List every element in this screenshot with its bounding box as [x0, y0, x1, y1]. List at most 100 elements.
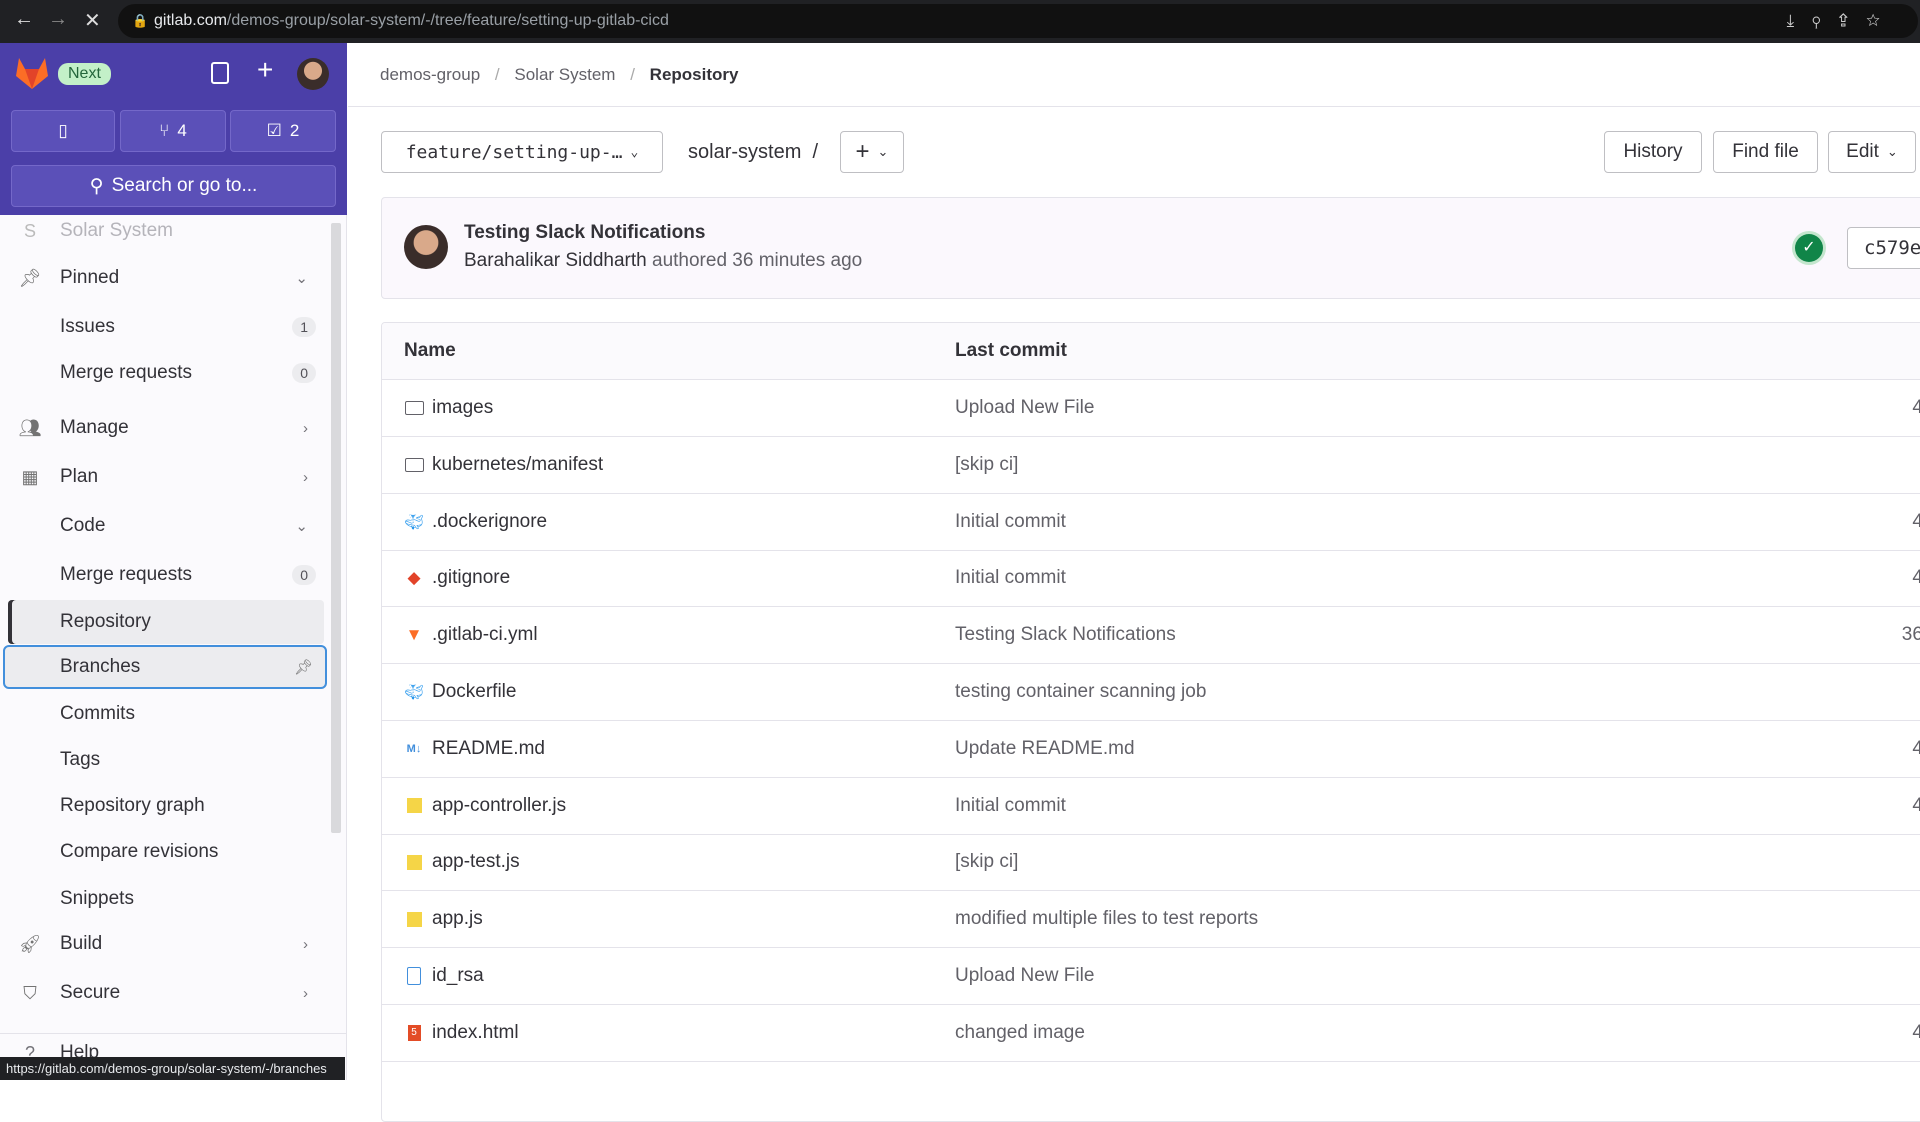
last-update: 4 m [1912, 738, 1920, 760]
next-badge[interactable]: Next [58, 63, 111, 85]
last-commit-link[interactable]: [skip ci] [955, 454, 1018, 476]
last-commit-link[interactable]: Initial commit [955, 511, 1066, 533]
sidebar-item-code[interactable]: Code ⌄ [0, 504, 330, 548]
chevron-icon: › [303, 984, 308, 1002]
gitlab-logo-icon[interactable] [14, 56, 50, 90]
table-row[interactable]: app.js modified multiple files to test re… [382, 891, 1920, 949]
file-name-link[interactable]: 🐳︎ .dockerignore [404, 511, 547, 533]
calendar-icon: ▦ [21, 466, 39, 487]
sidebar-item-tags[interactable]: Tags [0, 738, 330, 782]
status-bar-url: https://gitlab.com/demos-group/solar-sys… [0, 1057, 345, 1080]
sidebar-item-issues[interactable]: Issues 1 [0, 305, 330, 349]
forward-icon[interactable]: → [48, 8, 68, 31]
sidebar-item-pinned[interactable]: 📌︎ Pinned ⌄ [0, 256, 330, 300]
edit-dropdown[interactable]: Edit ⌄ [1828, 131, 1916, 173]
add-file-dropdown[interactable]: + ⌄ [840, 131, 904, 173]
commit-sha-button[interactable]: c579e [1847, 227, 1920, 269]
file-name-link[interactable]: ▼ .gitlab-ci.yml [404, 624, 538, 646]
browser-toolbar: ← → ✕ 🔒 gitlab.com/demos-group/solar-sys… [0, 0, 1920, 43]
last-commit-link[interactable]: Initial commit [955, 795, 1066, 817]
table-row[interactable]: 5index.html changed image 4 m [382, 1005, 1920, 1062]
file-name-link[interactable]: ◆ .gitignore [404, 567, 510, 589]
rocket-icon: 🚀︎ [18, 933, 42, 954]
chevron-down-icon: ⌄ [630, 144, 639, 160]
browser-action-icons[interactable]: ⤓⚲⇪☆ [1787, 4, 1898, 38]
file-name-link[interactable]: 🐳︎ Dockerfile [404, 681, 516, 703]
file-name-link[interactable]: id_rsa [404, 965, 484, 987]
file-name-link[interactable]: app.js [404, 908, 483, 930]
branch-selector[interactable]: feature/setting-up-… ⌄ [381, 131, 663, 173]
pin-icon[interactable]: 📌︎ [294, 658, 313, 676]
sidebar-item-plan[interactable]: ▦ Plan › [0, 455, 330, 499]
table-row[interactable]: images Upload New File 4 m [382, 380, 1920, 437]
last-commit-link[interactable]: Initial commit [955, 567, 1066, 589]
table-row[interactable]: 🐳︎ Dockerfile testing container scanning j… [382, 664, 1920, 721]
issues-icon: ▯ [58, 121, 68, 140]
sidebar-item-secure[interactable]: ⛉ Secure › [0, 971, 330, 1015]
sidebar-item-build[interactable]: 🚀︎ Build › [0, 922, 330, 966]
table-row[interactable]: ▼ .gitlab-ci.yml Testing Slack Notificatio… [382, 607, 1920, 665]
stop-loading-icon[interactable]: ✕ [84, 8, 101, 33]
breadcrumb: demos-group / Solar System / Repository [380, 65, 739, 84]
plus-icon[interactable]: + [257, 54, 273, 86]
address-bar[interactable]: 🔒 gitlab.com/demos-group/solar-system/-/… [118, 4, 1918, 38]
merge-requests-shortcut-button[interactable]: ⑂ 4 [120, 110, 226, 152]
last-commit-panel: Testing Slack Notifications Barahalikar … [381, 197, 1920, 299]
file-name-link[interactable]: kubernetes/manifest [404, 454, 603, 476]
breadcrumb-current[interactable]: Repository [650, 65, 739, 84]
file-name-link[interactable]: images [404, 397, 493, 419]
git-icon: ◆ [407, 568, 421, 588]
sidebar-item-branches[interactable]: Branches 📌︎ [3, 645, 327, 689]
table-row[interactable]: id_rsa Upload New File [382, 948, 1920, 1005]
sidebar-item-merge-requests[interactable]: Merge requests 0 [0, 351, 330, 395]
table-row[interactable]: app-controller.js Initial commit 4 m [382, 778, 1920, 835]
issues-shortcut-button[interactable]: ▯ [11, 110, 115, 152]
repo-path[interactable]: solar-system / [688, 141, 818, 164]
back-icon[interactable]: ← [14, 8, 34, 31]
last-update: 4 m [1912, 397, 1920, 419]
find-file-button[interactable]: Find file [1713, 131, 1818, 173]
last-commit-link[interactable]: Update README.md [955, 738, 1135, 760]
sidebar-scrollbar[interactable] [331, 223, 341, 833]
lock-icon: 🔒 [132, 13, 149, 28]
count-badge: 0 [292, 363, 316, 383]
sidebar-item-snippets[interactable]: Snippets [0, 877, 330, 921]
commit-author[interactable]: Barahalikar Siddharth [464, 250, 647, 271]
file-name-link[interactable]: app-test.js [404, 851, 520, 873]
table-row[interactable]: M↓README.md Update README.md 4 m [382, 721, 1920, 778]
last-commit-link[interactable]: Upload New File [955, 965, 1094, 987]
file-name-link[interactable]: M↓ README.md [404, 738, 545, 760]
table-row[interactable]: 🐳︎.dockerignore Initial commit 4 m [382, 494, 1920, 551]
todos-shortcut-button[interactable]: ☑ 2 [230, 110, 336, 152]
user-avatar[interactable] [297, 58, 329, 90]
file-name-link[interactable]: 5 index.html [404, 1022, 519, 1044]
breadcrumb-group[interactable]: demos-group [380, 65, 480, 84]
table-row[interactable]: ◆.gitignore Initial commit 4 m [382, 550, 1920, 608]
last-commit-link[interactable]: Testing Slack Notifications [955, 624, 1176, 646]
table-row[interactable]: kubernetes/manifest[skip ci]4 [382, 437, 1920, 494]
project-header[interactable]: S Solar System [0, 209, 330, 253]
search-button[interactable]: ⚲ Search or go to... [11, 165, 336, 207]
last-update: 4 m [1912, 1022, 1920, 1044]
sidebar-item-repository[interactable]: Repository [8, 600, 324, 644]
table-row[interactable]: app-test.js[skip ci]6 [382, 834, 1920, 892]
sidebar-item-commits[interactable]: Commits [0, 692, 330, 736]
last-commit-link[interactable]: testing container scanning job [955, 681, 1206, 703]
pipeline-passed-icon[interactable]: ✓ [1795, 234, 1823, 262]
last-commit-link[interactable]: changed image [955, 1022, 1085, 1044]
sidebar-toggle-icon[interactable] [211, 62, 229, 84]
plus-icon: + [855, 138, 870, 165]
sidebar-item-compare-revisions[interactable]: Compare revisions [0, 830, 330, 874]
file-name-link[interactable]: app-controller.js [404, 795, 566, 817]
sidebar-header: Next + ▯ ⑂ 4 ☑ 2 ⚲ Search or go to... [0, 43, 347, 215]
sidebar-item-merge-requests[interactable]: Merge requests 0 [0, 553, 330, 597]
sidebar-item-repository-graph[interactable]: Repository graph [0, 784, 330, 828]
last-commit-link[interactable]: modified multiple files to test reports [955, 908, 1258, 930]
commit-title[interactable]: Testing Slack Notifications [464, 222, 705, 244]
history-button[interactable]: History [1604, 131, 1702, 173]
sidebar-item-manage[interactable]: 👥︎ Manage › [0, 406, 330, 450]
breadcrumb-project[interactable]: Solar System [514, 65, 615, 84]
author-avatar[interactable] [404, 225, 448, 269]
last-commit-link[interactable]: [skip ci] [955, 851, 1018, 873]
last-commit-link[interactable]: Upload New File [955, 397, 1094, 419]
